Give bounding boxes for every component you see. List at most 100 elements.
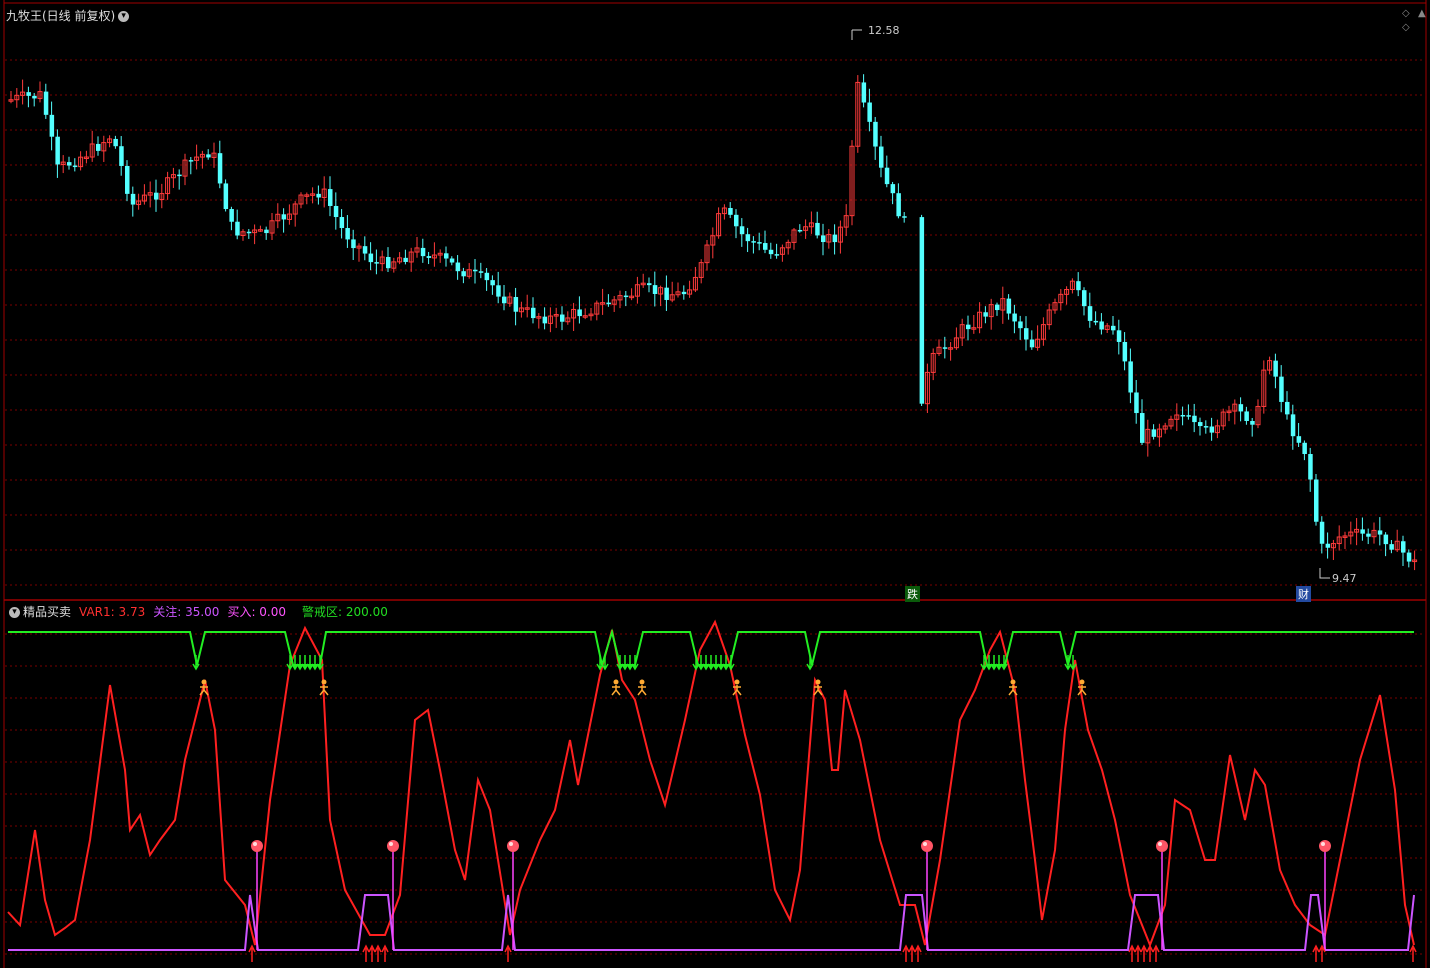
- candle-body-down: [560, 314, 565, 322]
- runner-head: [1079, 679, 1085, 685]
- candlestick-series[interactable]: [8, 74, 1418, 571]
- buy-arrow-icon: [1128, 944, 1136, 962]
- candle-body-down: [995, 304, 1000, 311]
- candle-body-down: [444, 253, 449, 259]
- buy-arrow-icon: [248, 944, 256, 962]
- candle-body-down: [1296, 436, 1302, 443]
- candle-body-down: [374, 262, 379, 264]
- buy-arrow-icon: [1152, 944, 1160, 962]
- indicator-lines[interactable]: [7, 619, 1415, 951]
- high-marker-line: [851, 29, 862, 40]
- buy-arrow-icon: [368, 944, 376, 962]
- candle-body-down: [229, 209, 234, 222]
- buy-signal-ball-icon: [1319, 840, 1331, 852]
- candle-body-down: [513, 297, 519, 312]
- candle-body-down: [119, 146, 124, 166]
- candle-body-down: [96, 143, 101, 151]
- runner-icon: [611, 679, 621, 696]
- candle-body-down: [1273, 360, 1278, 377]
- candle-body-down: [502, 296, 507, 304]
- candle-body-down: [1319, 521, 1325, 544]
- candle-body-down: [113, 138, 118, 147]
- candle-body-down: [815, 222, 820, 236]
- candle-body-down: [884, 167, 890, 185]
- price-grid: [3, 0, 1427, 968]
- candle-body-down: [177, 174, 182, 177]
- buy-signal-ball-icon: [1156, 840, 1168, 852]
- chevron-down-icon[interactable]: ▾: [9, 607, 20, 618]
- low-marker-line: [1319, 568, 1330, 579]
- buy-signal-ball-icon: [251, 840, 263, 852]
- buy-signal-ball-icon: [387, 840, 399, 852]
- candle-body-down: [386, 256, 391, 269]
- sell-arrow-icon: [702, 655, 710, 671]
- candle-body-down: [420, 247, 426, 257]
- indicator-name[interactable]: 精品买卖: [23, 605, 71, 619]
- sell-arrow-icon: [306, 655, 314, 671]
- sell-arrow-icon: [296, 655, 304, 671]
- candle-body-down: [1093, 320, 1099, 323]
- candle-body-down: [72, 165, 78, 168]
- candle-body-down: [1250, 420, 1255, 425]
- candle-body-down: [1024, 328, 1029, 340]
- candle-body-down: [652, 285, 658, 294]
- chevron-down-icon[interactable]: ▾: [118, 11, 130, 22]
- candle-body-down: [1279, 376, 1284, 402]
- candle-body-down: [606, 302, 611, 305]
- candle-body-down: [1116, 330, 1122, 342]
- candle-body-down: [902, 216, 907, 218]
- candle-body-down: [1192, 415, 1197, 423]
- candle-body-down: [681, 291, 687, 295]
- ball-highlight: [253, 842, 257, 846]
- candle-body-down: [531, 307, 536, 319]
- candle-body-down: [55, 136, 60, 165]
- candle-body-down: [1244, 411, 1249, 421]
- candle-body-down: [333, 205, 339, 218]
- candle-body-down: [861, 82, 867, 103]
- runner-head: [1010, 679, 1016, 685]
- candle-body-down: [966, 324, 971, 330]
- candle-body-down: [797, 229, 803, 232]
- candle-body-down: [542, 316, 548, 324]
- buy-signal-ball-icon: [507, 840, 519, 852]
- candle-body-down: [867, 102, 872, 122]
- stock-title[interactable]: 九牧王(日线 前复权): [6, 9, 115, 23]
- signal-tag-die[interactable]: 跌: [905, 586, 920, 602]
- runner-head: [613, 679, 619, 685]
- candle-body-down: [1180, 415, 1186, 417]
- indicator-panel-header: ▾ 精品买卖 VAR1: 3.73 关注: 35.00 买入: 0.00 警戒区: 200…: [6, 603, 396, 620]
- candle-body-down: [1018, 321, 1023, 329]
- candle-body-down: [1285, 401, 1290, 415]
- buy-signal-ball-icon: [921, 840, 933, 852]
- candle-body-down: [1209, 426, 1215, 433]
- candle-body-down: [1029, 339, 1035, 348]
- candle-body-down: [403, 257, 408, 262]
- candle-body-down: [345, 228, 350, 240]
- candle-body-down: [739, 226, 745, 235]
- candle-body-down: [316, 193, 321, 198]
- runner-head: [321, 679, 327, 685]
- sell-arrow-icon: [990, 655, 998, 671]
- chart-stage: [3, 0, 1427, 968]
- candle-body-down: [217, 153, 223, 184]
- candle-body-down: [942, 347, 948, 349]
- scroll-up-icon[interactable]: ▲: [1418, 8, 1426, 19]
- diamond-icon[interactable]: ◇: [1402, 8, 1410, 19]
- candle-body-down: [235, 221, 240, 236]
- candle-body-down: [728, 208, 733, 215]
- candle-body-down: [873, 121, 878, 147]
- candle-body-down: [1082, 290, 1087, 307]
- candle-body-down: [496, 285, 501, 297]
- candle-body-down: [1389, 544, 1394, 550]
- runner-head: [815, 679, 821, 685]
- shrink-icon[interactable]: ◇: [1402, 22, 1410, 33]
- candle-body-down: [1401, 541, 1406, 553]
- candle-body-down: [745, 234, 751, 242]
- runner-head: [734, 679, 740, 685]
- candle-body-down: [890, 184, 896, 194]
- signal-tag-cai[interactable]: 财: [1296, 586, 1311, 602]
- ball-highlight: [1321, 842, 1325, 846]
- candle-body-down: [1302, 442, 1307, 455]
- runner-icon: [637, 679, 647, 696]
- candle-body-down: [1308, 454, 1313, 480]
